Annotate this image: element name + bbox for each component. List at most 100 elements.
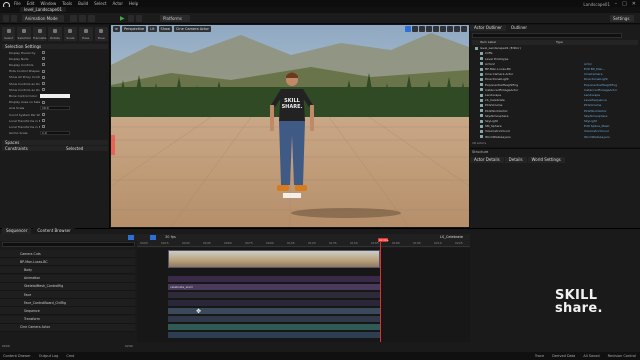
trace-button[interactable]: Trace bbox=[535, 354, 544, 358]
tab-details[interactable]: Details bbox=[504, 157, 527, 163]
sequencer-track[interactable]: Body bbox=[0, 266, 135, 275]
menu-select[interactable]: Select bbox=[94, 1, 106, 6]
all-saved-button[interactable]: All Saved bbox=[583, 354, 599, 358]
outliner-row[interactable]: SM_Sphere Edit Spline_Mesh bbox=[472, 124, 638, 129]
sequencer-track[interactable]: Animation bbox=[0, 274, 135, 283]
rotate-mode-icon[interactable] bbox=[419, 26, 425, 32]
tool-pose[interactable]: Pose bbox=[94, 27, 108, 41]
grid-snap-icon[interactable] bbox=[440, 26, 446, 32]
outliner-row[interactable]: Level Prototype bbox=[472, 56, 638, 61]
cinematics-icon[interactable] bbox=[88, 15, 95, 22]
timeline-ruler[interactable]: 0000 0015 0030 0045 0060 0075 0090 0105 0120 0135… bbox=[137, 241, 470, 247]
property-checkbox[interactable] bbox=[42, 82, 45, 85]
show-button[interactable]: Show bbox=[158, 26, 172, 32]
maximize-viewport-icon[interactable] bbox=[461, 26, 467, 32]
sequence-bar[interactable] bbox=[168, 316, 380, 322]
start-frame[interactable]: 0000 bbox=[2, 344, 10, 348]
menu-help[interactable]: Help bbox=[129, 1, 138, 6]
tab-outliner[interactable]: Outliner bbox=[506, 25, 532, 31]
move-mode-icon[interactable] bbox=[412, 26, 418, 32]
constraints-value[interactable]: Selected bbox=[66, 146, 83, 151]
body-track-bar[interactable] bbox=[168, 276, 380, 282]
property-checkbox[interactable] bbox=[42, 69, 45, 73]
cmd-input[interactable]: Cmd bbox=[66, 354, 74, 358]
menu-window[interactable]: Window bbox=[40, 1, 56, 6]
outliner-row[interactable]: PCGWorldActor PCGWorldActor bbox=[472, 108, 638, 113]
outliner-row[interactable]: SkyLight SkyLight bbox=[472, 119, 638, 124]
property-value-input[interactable]: 10.0 bbox=[40, 106, 70, 111]
camera-pilot-button[interactable]: Cine Camera Actor bbox=[173, 26, 211, 32]
outliner-row[interactable]: LS_Celebrate LevelSequence bbox=[472, 98, 638, 103]
tool-rotate[interactable]: Rotate bbox=[48, 27, 62, 41]
face-bar[interactable] bbox=[168, 300, 380, 306]
outliner-search-input[interactable] bbox=[472, 33, 622, 38]
level-tab[interactable]: level_Landscape01 bbox=[20, 7, 67, 12]
menu-tools[interactable]: Tools bbox=[62, 1, 72, 6]
track-search-input[interactable] bbox=[2, 242, 135, 247]
tool-ease[interactable]: Ease bbox=[79, 27, 93, 41]
derived-data-button[interactable]: Derived Data bbox=[552, 354, 575, 358]
property-checkbox[interactable] bbox=[42, 51, 45, 54]
tool-translate[interactable]: Translate bbox=[32, 27, 46, 41]
add-icon[interactable] bbox=[70, 15, 77, 22]
menu-file[interactable]: File bbox=[14, 1, 21, 6]
outliner-row[interactable]: SkyAtmosphere SkyAtmosphere bbox=[472, 114, 638, 119]
outliner-row[interactable]: BP-Man-Lucas-BC Edit BP_Man... bbox=[472, 67, 638, 72]
outliner-row[interactable]: ExponentialHeightFog ExponentialHeightFog bbox=[472, 82, 638, 87]
playhead-label[interactable]: 0240+ bbox=[378, 238, 389, 242]
outliner-row[interactable]: level_Landscape01 (Editor) bbox=[472, 46, 638, 51]
world-local-icon[interactable] bbox=[433, 26, 439, 32]
lit-button[interactable]: Lit bbox=[148, 26, 157, 32]
tool-select[interactable]: Select bbox=[2, 27, 16, 41]
sequencer-track[interactable]: SkeletalMesh_ControlRig bbox=[0, 282, 135, 291]
outliner-row[interactable]: WorldDataLayers WorldDataLayers bbox=[472, 134, 638, 139]
platforms-button[interactable]: Platforms bbox=[160, 15, 190, 22]
sequencer-track[interactable]: Transform bbox=[0, 315, 135, 324]
sequencer-track[interactable]: BP-Man-Lucas-BC bbox=[0, 258, 135, 267]
menu-edit[interactable]: Edit bbox=[27, 1, 35, 6]
revision-control-button[interactable]: Revision Control bbox=[608, 354, 636, 358]
tool-selection[interactable]: Selection bbox=[17, 27, 31, 41]
outliner-row[interactable]: Cliffs bbox=[472, 51, 638, 56]
outliner-row[interactable]: VolumetricCloud VolumetricCloud bbox=[472, 129, 638, 134]
end-frame[interactable]: 0240 bbox=[125, 344, 133, 348]
output-log-button[interactable]: Output Log bbox=[39, 354, 59, 358]
keyframe-icon[interactable] bbox=[150, 235, 156, 240]
sequencer-track[interactable]: Face_ControlBoard_CtrlRig bbox=[0, 299, 135, 308]
playhead[interactable] bbox=[380, 238, 381, 342]
pause-icon[interactable] bbox=[128, 15, 134, 22]
level-viewport[interactable]: SKILL SHARE. bbox=[111, 25, 469, 227]
property-checkbox[interactable] bbox=[42, 88, 45, 92]
play-icon[interactable]: ▶ bbox=[120, 15, 125, 22]
property-checkbox[interactable] bbox=[42, 57, 45, 61]
property-checkbox[interactable] bbox=[42, 75, 45, 79]
property-value-input[interactable]: 1.0 bbox=[40, 131, 70, 136]
outliner-row[interactable]: InstancedFoliageActor InstancedFoliageAct… bbox=[472, 88, 638, 93]
item-label-header[interactable]: Item Label bbox=[480, 40, 496, 45]
fps-select[interactable]: 30 fps bbox=[165, 235, 176, 240]
blueprint-icon[interactable] bbox=[79, 15, 86, 22]
property-checkbox[interactable] bbox=[42, 125, 45, 129]
viewport-menu-icon[interactable]: ≡ bbox=[113, 26, 120, 32]
camera-actor-bar[interactable] bbox=[168, 332, 380, 338]
transform-bar[interactable] bbox=[168, 324, 380, 330]
perspective-button[interactable]: Perspective bbox=[121, 26, 147, 32]
tab-actor-details[interactable]: Actor Details bbox=[470, 157, 504, 163]
sequencer-track[interactable]: Cine Camera Actor bbox=[0, 323, 135, 332]
bone-color-swatch[interactable] bbox=[40, 93, 70, 98]
constraints-header[interactable]: Constraints Selected bbox=[2, 146, 108, 151]
mode-icon[interactable] bbox=[11, 15, 17, 22]
controlrig-bar[interactable] bbox=[168, 292, 380, 298]
content-drawer-button[interactable]: Content Drawer bbox=[3, 354, 31, 358]
save-icon[interactable] bbox=[3, 15, 9, 22]
scale-mode-icon[interactable] bbox=[426, 26, 432, 32]
mode-select[interactable]: Animation Mode bbox=[22, 15, 64, 22]
sequencer-track[interactable]: Camera Cuts bbox=[0, 250, 135, 258]
options-icon[interactable] bbox=[136, 15, 142, 22]
camera-cut-clip[interactable] bbox=[168, 250, 380, 268]
property-checkbox[interactable] bbox=[42, 63, 45, 67]
animation-clip[interactable]: celebrate_anim bbox=[168, 284, 380, 290]
camera-speed-icon[interactable] bbox=[454, 26, 460, 32]
tab-actor-outliner[interactable]: Actor Outliner bbox=[470, 25, 506, 31]
settings-button[interactable]: Settings bbox=[610, 15, 634, 22]
